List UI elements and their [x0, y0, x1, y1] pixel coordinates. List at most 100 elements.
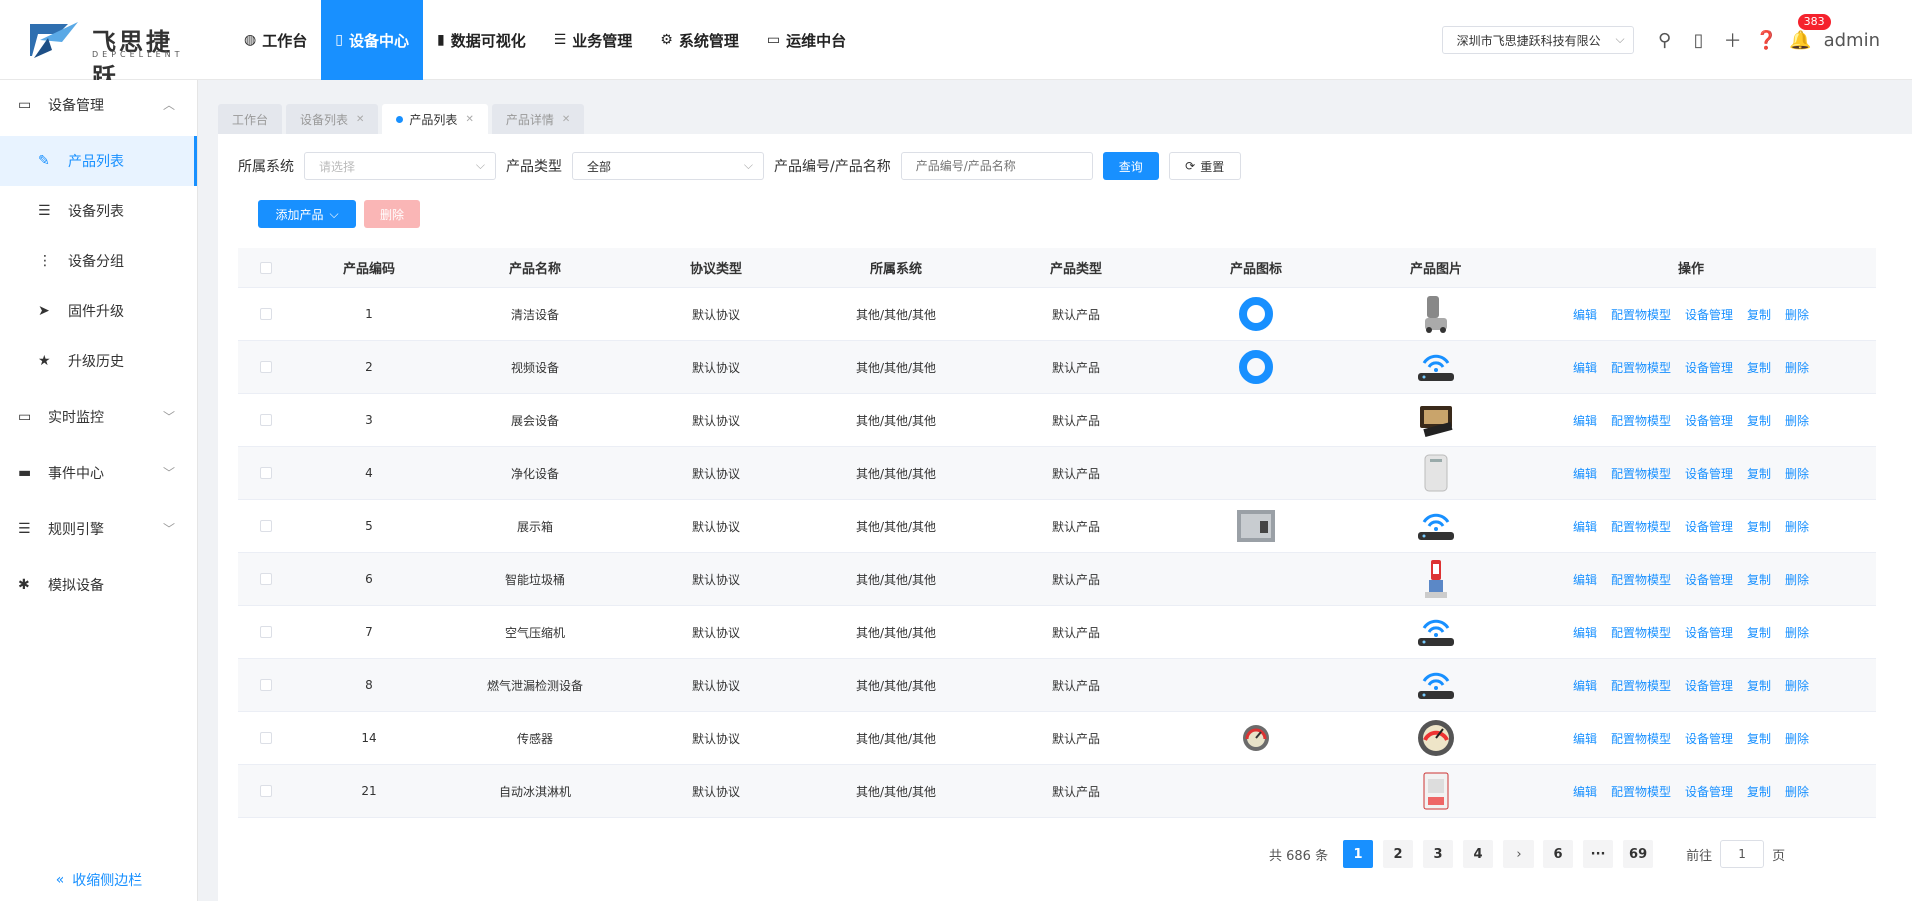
page-button[interactable]: 6 — [1543, 840, 1574, 868]
tab-1[interactable]: 设备列表 ✕ — [286, 104, 379, 134]
op-link-4[interactable]: 删除 — [1785, 624, 1809, 641]
op-link-3[interactable]: 复制 — [1747, 306, 1771, 323]
tab-0[interactable]: 工作台 — [218, 104, 283, 134]
op-link-2[interactable]: 设备管理 — [1685, 624, 1733, 641]
close-icon[interactable]: ✕ — [465, 114, 473, 125]
tab-2[interactable]: 产品列表 ✕ — [382, 104, 488, 134]
collapse-sidebar-button[interactable]: « 收缩侧边栏 — [0, 859, 198, 901]
op-link-2[interactable]: 设备管理 — [1685, 465, 1733, 482]
op-link-1[interactable]: 配置物模型 — [1611, 306, 1671, 323]
op-link-3[interactable]: 复制 — [1747, 783, 1771, 800]
op-link-3[interactable]: 复制 — [1747, 359, 1771, 376]
code-filter-input[interactable] — [900, 152, 1093, 180]
op-link-3[interactable]: 复制 — [1747, 677, 1771, 694]
op-link-2[interactable]: 设备管理 — [1685, 783, 1733, 800]
op-link-2[interactable]: 设备管理 — [1685, 730, 1733, 747]
op-link-2[interactable]: 设备管理 — [1685, 412, 1733, 429]
op-link-4[interactable]: 删除 — [1785, 306, 1809, 323]
type-filter-select[interactable]: 全部 ⌵ — [572, 152, 764, 180]
nav-item-0[interactable]: ◍ 工作台 — [230, 0, 321, 80]
page-button[interactable]: 69 — [1623, 840, 1654, 868]
op-link-0[interactable]: 编辑 — [1573, 518, 1597, 535]
op-link-1[interactable]: 配置物模型 — [1611, 518, 1671, 535]
row-checkbox[interactable] — [260, 308, 272, 320]
row-checkbox[interactable] — [260, 679, 272, 691]
goto-page-input[interactable]: 1 — [1720, 840, 1765, 868]
op-link-0[interactable]: 编辑 — [1573, 571, 1597, 588]
op-link-0[interactable]: 编辑 — [1573, 624, 1597, 641]
sidebar-group-3[interactable]: ☰ 规则引擎 ﹀ — [0, 504, 197, 554]
page-button[interactable]: ··· — [1583, 840, 1614, 868]
reset-button[interactable]: ⟳ 重置 — [1168, 152, 1241, 180]
op-link-4[interactable]: 删除 — [1785, 677, 1809, 694]
op-link-2[interactable]: 设备管理 — [1685, 306, 1733, 323]
row-checkbox[interactable] — [260, 520, 272, 532]
row-checkbox[interactable] — [260, 626, 272, 638]
op-link-3[interactable]: 复制 — [1747, 730, 1771, 747]
op-link-4[interactable]: 删除 — [1785, 465, 1809, 482]
row-checkbox[interactable] — [260, 467, 272, 479]
next-page-button[interactable]: › — [1504, 840, 1534, 868]
page-button[interactable]: 4 — [1463, 840, 1494, 868]
system-filter-select[interactable]: 请选择 ⌵ — [304, 152, 496, 180]
op-link-0[interactable]: 编辑 — [1573, 359, 1597, 376]
row-checkbox[interactable] — [260, 573, 272, 585]
row-checkbox[interactable] — [260, 361, 272, 373]
op-link-2[interactable]: 设备管理 — [1685, 571, 1733, 588]
nav-item-4[interactable]: ⚙ 系统管理 — [646, 0, 753, 80]
sidebar-group-2[interactable]: ▬ 事件中心 ﹀ — [0, 448, 197, 498]
op-link-0[interactable]: 编辑 — [1573, 465, 1597, 482]
op-link-1[interactable]: 配置物模型 — [1611, 677, 1671, 694]
plus-icon[interactable]: ＋ — [1716, 27, 1750, 53]
tab-3[interactable]: 产品详情 ✕ — [491, 104, 585, 134]
delete-button[interactable]: 删除 — [364, 200, 420, 228]
close-icon[interactable]: ✕ — [356, 114, 364, 125]
nav-item-2[interactable]: ▮ 数据可视化 — [423, 0, 540, 80]
op-link-3[interactable]: 复制 — [1747, 518, 1771, 535]
tablet-icon[interactable]: ▯ — [1682, 30, 1716, 51]
page-button[interactable]: 2 — [1383, 840, 1414, 868]
sidebar-item-2[interactable]: ⋮ 设备分组 — [0, 236, 197, 286]
op-link-2[interactable]: 设备管理 — [1685, 518, 1733, 535]
op-link-0[interactable]: 编辑 — [1573, 730, 1597, 747]
op-link-2[interactable]: 设备管理 — [1685, 677, 1733, 694]
op-link-1[interactable]: 配置物模型 — [1611, 624, 1671, 641]
op-link-4[interactable]: 删除 — [1785, 730, 1809, 747]
op-link-1[interactable]: 配置物模型 — [1611, 783, 1671, 800]
bell-icon[interactable]: 🔔 383 — [1784, 13, 1831, 51]
op-link-1[interactable]: 配置物模型 — [1611, 730, 1671, 747]
sidebar-item-4[interactable]: ★ 升级历史 — [0, 336, 197, 386]
op-link-3[interactable]: 复制 — [1747, 624, 1771, 641]
sidebar-item-1[interactable]: ☰ 设备列表 — [0, 186, 197, 236]
op-link-1[interactable]: 配置物模型 — [1611, 359, 1671, 376]
close-icon[interactable]: ✕ — [562, 114, 570, 125]
page-button[interactable]: 1 — [1343, 840, 1374, 868]
op-link-4[interactable]: 删除 — [1785, 518, 1809, 535]
op-link-0[interactable]: 编辑 — [1573, 306, 1597, 323]
row-checkbox[interactable] — [260, 785, 272, 797]
op-link-4[interactable]: 删除 — [1785, 783, 1809, 800]
sidebar-group-4[interactable]: ✱ 模拟设备 — [0, 560, 197, 610]
row-checkbox[interactable] — [260, 732, 272, 744]
op-link-3[interactable]: 复制 — [1747, 465, 1771, 482]
op-link-4[interactable]: 删除 — [1785, 412, 1809, 429]
add-product-button[interactable]: 添加产品 ⌵ — [258, 200, 356, 228]
op-link-2[interactable]: 设备管理 — [1685, 359, 1733, 376]
op-link-0[interactable]: 编辑 — [1573, 783, 1597, 800]
brand-logo[interactable]: 飞思捷跃 DEPCELLENT — [28, 18, 188, 91]
sidebar-item-0[interactable]: ✎ 产品列表 — [0, 136, 197, 186]
page-button[interactable]: 3 — [1423, 840, 1454, 868]
op-link-3[interactable]: 复制 — [1747, 412, 1771, 429]
op-link-1[interactable]: 配置物模型 — [1611, 412, 1671, 429]
row-checkbox[interactable] — [260, 414, 272, 426]
nav-item-1[interactable]: ▯ 设备中心 — [321, 0, 423, 80]
sidebar-group-1[interactable]: ▭ 实时监控 ﹀ — [0, 392, 197, 442]
op-link-4[interactable]: 删除 — [1785, 571, 1809, 588]
op-link-0[interactable]: 编辑 — [1573, 412, 1597, 429]
sidebar-item-3[interactable]: ➤ 固件升级 — [0, 286, 197, 336]
op-link-3[interactable]: 复制 — [1747, 571, 1771, 588]
organization-select[interactable]: 深圳市飞思捷跃科技有限公 ⌵ — [1441, 26, 1634, 54]
sidebar-group-device-management[interactable]: ▭ 设备管理 ︿ — [0, 80, 197, 130]
user-menu[interactable]: admin — [1824, 30, 1880, 51]
search-icon[interactable]: ⚲ — [1648, 30, 1682, 51]
